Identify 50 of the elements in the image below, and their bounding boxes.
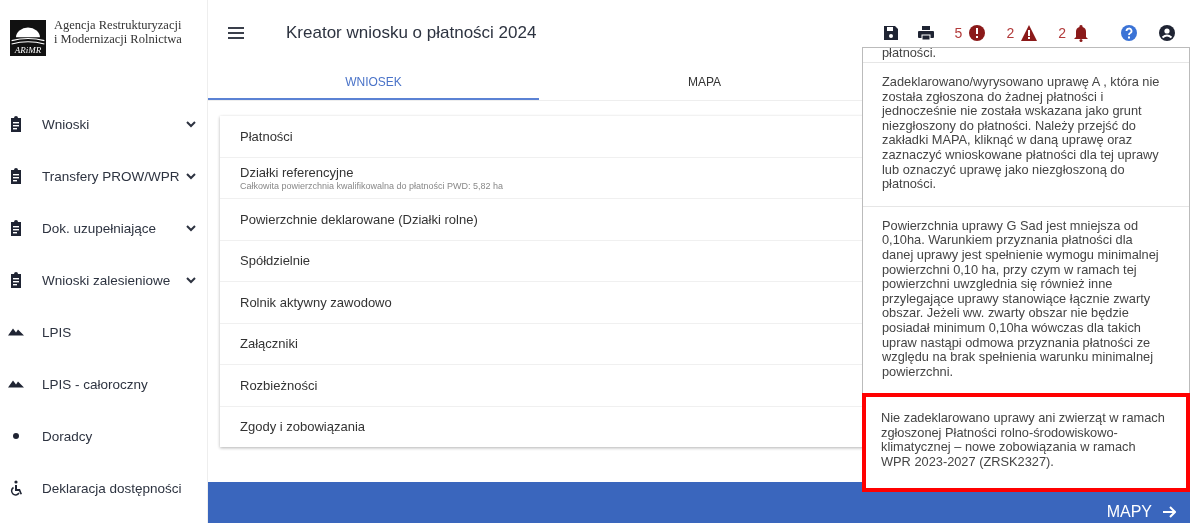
section-title[interactable]: Powierzchnie deklarowane (Działki rolne): [240, 211, 860, 227]
clipboard-icon: [8, 272, 24, 288]
notification-count: 2: [1058, 25, 1066, 41]
bell-icon[interactable]: [1072, 24, 1090, 42]
sidebar-item[interactable]: Wnioski zalesieniowe: [0, 254, 207, 306]
message-text: Powierzchnia uprawy G Sad jest mniejsza od 0,10ha. Warunkiem przyznania płatności dla danej uprawy jest spełnienie wymogu minimalnej powierzchni 0,10 ha, przy czym w ramach tej powierzchni uwzglednia się również inne przylegające uprawy stanowiące łącznie zwarty obszar. Jeżeli ww. zwarty obszar nie będzie posiadał minimum 0,10ha wówczas dla takich upraw nastąpi odmowa przyznania płatności ze względu na brak spełnienia warunku minimalnej powierzchni.: [863, 205, 1189, 394]
warning-icon[interactable]: [1020, 24, 1039, 42]
accessibility-icon: [8, 480, 24, 496]
sidebar-item[interactable]: Dok. uzupełniające: [0, 202, 207, 254]
section-title[interactable]: Rolnik aktywny zawodowo: [240, 294, 860, 310]
error-icon[interactable]: [968, 24, 987, 42]
message-text: Nie zadeklarowano uprawy ani zwierząt w ramach zgłoszonej Płatności rolno-środowiskowo-klimatycznej – nowe zobowiązania w ramach WPR 2023-2027 (ZRSK2327).: [862, 393, 1190, 492]
clipboard-icon: [8, 116, 24, 132]
section-title[interactable]: Spółdzielnie: [240, 253, 860, 269]
section-subtitle: Całkowita powierzchnia kwalifikowalna do płatności PWD: 5,82 ha: [240, 180, 505, 191]
sidebar-item[interactable]: Deklaracja dostępności: [0, 462, 207, 514]
page-title: Kreator wniosku o płatności 2024: [286, 23, 538, 43]
sidebar-item[interactable]: Doradcy: [0, 410, 207, 462]
tab[interactable]: WNIOSEK: [208, 66, 539, 100]
print-icon[interactable]: [916, 24, 935, 42]
chevron-down-icon: [185, 274, 197, 286]
warning-count: 2: [1006, 25, 1015, 41]
save-icon[interactable]: [881, 24, 900, 42]
chevron-down-icon: [185, 118, 197, 130]
sidebar-item[interactable]: LPIS - całoroczny: [0, 358, 207, 410]
sidebar-item[interactable]: Transfery PROW/WPR: [0, 150, 207, 202]
section-title[interactable]: Działki referencyjne: [240, 164, 860, 180]
chevron-down-icon: [185, 170, 197, 182]
arrow-right-icon: [1162, 505, 1176, 519]
message-text: płatności.: [881, 48, 938, 62]
menu-icon[interactable]: [228, 26, 244, 40]
mountains-icon: [8, 380, 24, 388]
chevron-down-icon: [185, 222, 197, 234]
help-icon[interactable]: [1120, 24, 1138, 42]
message-text: Zadeklarowano/wyrysowano uprawę A , która nie została zgłoszona do żadnej płatności i jednocześnie nie została wskazana jako grunt niezgłoszony do płatności. Należy przejść do zakładki MAPA, kliknąć w daną uprawę oraz zaznaczyć wnioskowane płatności dla tej uprawy lub oznaczyć uprawę jako niezgłoszoną do płatności.: [863, 62, 1189, 206]
logo-text: Agencja Restrukturyzacji: [54, 18, 182, 32]
account-icon[interactable]: [1158, 24, 1176, 42]
logo-text: i Modernizacji Rolnictwa: [54, 32, 182, 46]
section-title[interactable]: Zgody i zobowiązania: [240, 419, 860, 435]
maps-button[interactable]: MAPY: [1106, 503, 1190, 523]
sidebar-item[interactable]: LPIS: [0, 306, 207, 358]
section-title[interactable]: Płatności: [240, 128, 860, 144]
section-title[interactable]: Załączniki: [240, 336, 860, 352]
error-count: 5: [954, 25, 963, 41]
logo-text: ARiMR: [14, 45, 42, 56]
sidebar-item[interactable]: Wnioski: [0, 98, 207, 150]
mountains-icon: [8, 328, 24, 336]
clipboard-icon: [8, 168, 24, 184]
clipboard-icon: [8, 220, 24, 236]
section-title[interactable]: Rozbieżności: [240, 377, 860, 393]
